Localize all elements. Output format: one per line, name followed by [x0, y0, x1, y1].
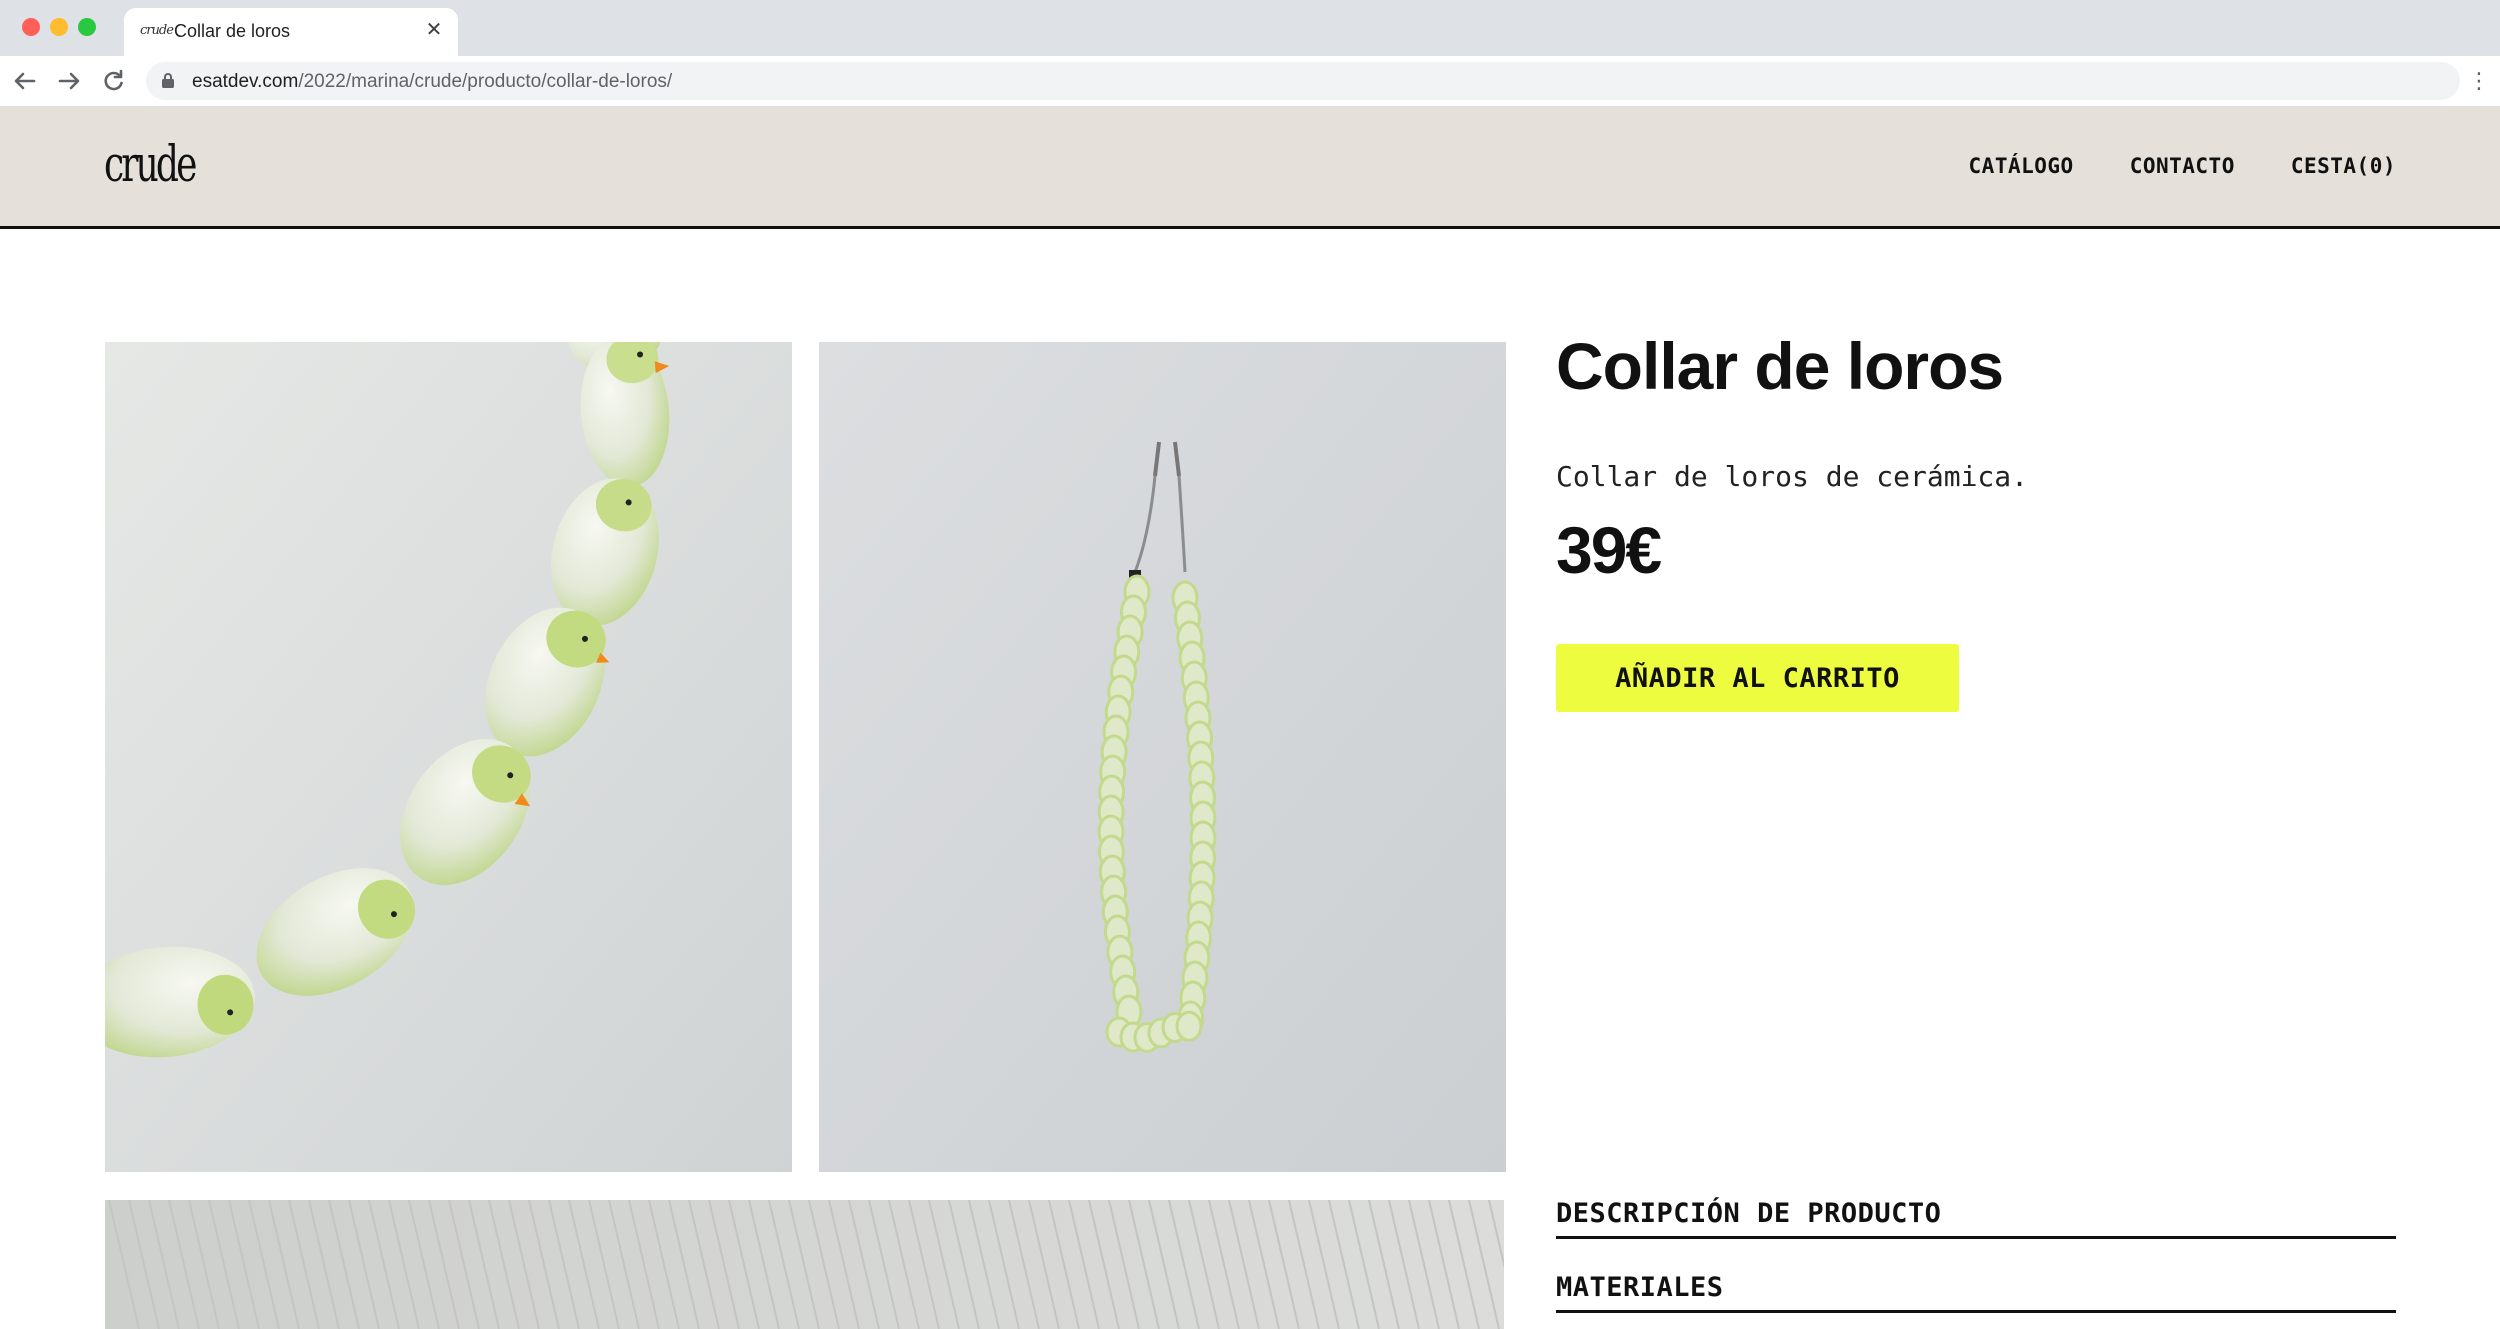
forward-arrow-icon[interactable]	[54, 66, 84, 96]
main-nav: CATÁLOGO CONTACTO CESTA(0)	[1969, 154, 2396, 178]
nav-cart-link[interactable]: CESTA(0)	[2291, 154, 2396, 178]
address-bar[interactable]: esatdev.com/2022/marina/crude/producto/c…	[146, 62, 2460, 100]
bead	[1175, 1010, 1203, 1042]
add-to-cart-button[interactable]: AÑADIR AL CARRITO	[1556, 644, 1959, 712]
product-photo-detail[interactable]	[105, 1200, 1504, 1329]
product-photo-full[interactable]	[819, 342, 1506, 1172]
close-icon[interactable]: ✕	[422, 18, 446, 42]
browser-toolbar: esatdev.com/2022/marina/crude/producto/c…	[0, 56, 2500, 107]
url-text: esatdev.com/2022/marina/crude/producto/c…	[192, 71, 672, 93]
accordion-materials[interactable]: MATERIALES	[1556, 1272, 2396, 1313]
favicon-icon: crude	[140, 23, 174, 38]
browser-tabstrip: crude Collar de loros ✕	[0, 0, 2500, 56]
parrot-necklace-closeup-image	[105, 342, 792, 1172]
url-path: /2022/marina/crude/producto/collar-de-lo…	[298, 71, 673, 92]
maximize-window-button[interactable]	[78, 18, 96, 36]
product-photo-closeup[interactable]	[105, 342, 792, 1172]
product-price: 39€	[1556, 513, 1662, 587]
nav-catalog-link[interactable]: CATÁLOGO	[1969, 154, 2074, 178]
close-window-button[interactable]	[22, 18, 40, 36]
parrot-necklace-hanging-image	[819, 342, 1506, 1172]
reload-icon[interactable]	[98, 66, 128, 96]
lock-icon	[162, 73, 174, 88]
site-logo[interactable]: crude	[104, 135, 197, 193]
nav-contact-link[interactable]: CONTACTO	[2130, 154, 2235, 178]
minimize-window-button[interactable]	[50, 18, 68, 36]
site-header: crude CATÁLOGO CONTACTO CESTA(0)	[0, 107, 2500, 229]
product-short-description: Collar de loros de cerámica.	[1556, 460, 2029, 493]
url-host: esatdev.com	[192, 71, 299, 92]
fabric-texture-image	[105, 1200, 1504, 1329]
accordion-product-description[interactable]: DESCRIPCIÓN DE PRODUCTO	[1556, 1198, 2396, 1239]
tab-title: Collar de loros	[174, 21, 291, 41]
browser-tab[interactable]: crude Collar de loros ✕	[124, 8, 458, 56]
kebab-menu-icon[interactable]: ⋮	[2468, 66, 2490, 96]
back-arrow-icon[interactable]	[10, 66, 40, 96]
product-title: Collar de loros	[1556, 329, 2004, 403]
